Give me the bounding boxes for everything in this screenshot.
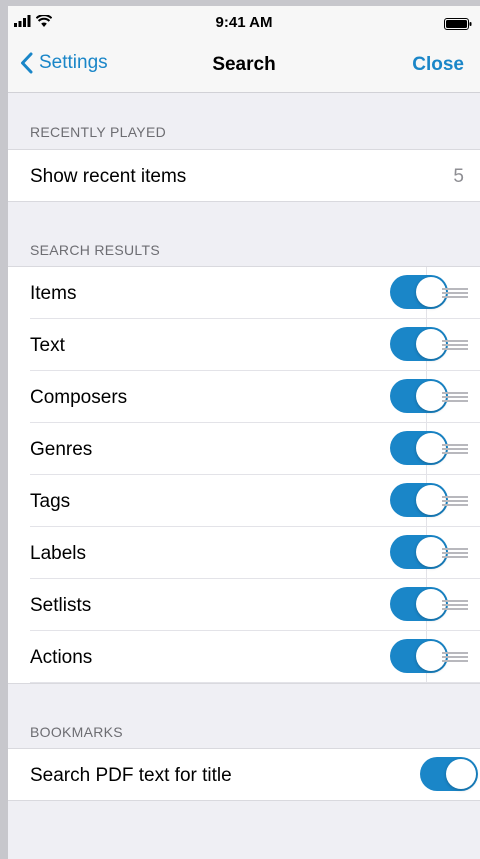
reorder-handle-icon[interactable] xyxy=(442,340,468,350)
search-results-group: Items Text Composers Genres Tags Labels … xyxy=(8,266,480,684)
search-result-row-labels: Labels xyxy=(30,527,480,579)
search-result-label: Labels xyxy=(30,543,86,564)
reorder-handle-icon[interactable] xyxy=(442,392,468,402)
close-button[interactable]: Close xyxy=(412,54,464,76)
reorder-handle-icon[interactable] xyxy=(442,496,468,506)
drag-handles xyxy=(426,267,480,683)
search-result-row-actions: Actions xyxy=(30,631,480,683)
recently-played-header: RECENTLY PLAYED xyxy=(30,124,166,140)
toggle-knob xyxy=(446,759,476,789)
reorder-handle-icon[interactable] xyxy=(442,652,468,662)
search-pdf-text-label: Search PDF text for title xyxy=(30,765,232,786)
search-result-label: Setlists xyxy=(30,595,92,616)
search-result-row-text: Text xyxy=(30,319,480,371)
search-result-label: Genres xyxy=(30,439,93,460)
search-result-row-items: Items xyxy=(30,267,480,319)
show-recent-items-value: 5 xyxy=(453,166,464,187)
search-result-row-genres: Genres xyxy=(30,423,480,475)
reorder-handle-icon[interactable] xyxy=(442,600,468,610)
search-result-row-tags: Tags xyxy=(30,475,480,527)
search-results-header: SEARCH RESULTS xyxy=(30,242,160,258)
search-result-row-setlists: Setlists xyxy=(30,579,480,631)
search-pdf-text-row: Search PDF text for title xyxy=(30,749,480,800)
search-result-label: Items xyxy=(30,283,77,304)
page-title: Search xyxy=(212,54,276,75)
bookmarks-header: BOOKMARKS xyxy=(30,724,123,740)
status-time: 9:41 AM xyxy=(215,14,273,31)
search-result-label: Tags xyxy=(30,491,71,512)
search-result-label: Actions xyxy=(30,647,93,668)
navigation-bar: Settings Search Close xyxy=(8,38,480,93)
search-result-row-composers: Composers xyxy=(30,371,480,423)
reorder-handle-icon[interactable] xyxy=(442,548,468,558)
search-result-label: Composers xyxy=(30,387,128,408)
reorder-handle-icon[interactable] xyxy=(442,444,468,454)
search-pdf-text-toggle[interactable] xyxy=(420,757,478,791)
status-bar: 9:41 AM xyxy=(8,6,480,38)
show-recent-items-label: Show recent items xyxy=(30,166,187,187)
search-result-label: Text xyxy=(30,335,65,356)
settings-screen: 9:41 AM Settings Search Close RECENTLY P… xyxy=(8,6,480,859)
show-recent-items-row[interactable]: Show recent items 5 xyxy=(30,150,480,201)
reorder-handle-icon[interactable] xyxy=(442,288,468,298)
recently-played-group: Show recent items 5 xyxy=(8,149,480,202)
battery-icon xyxy=(444,17,472,35)
bookmarks-group: Search PDF text for title xyxy=(8,748,480,801)
